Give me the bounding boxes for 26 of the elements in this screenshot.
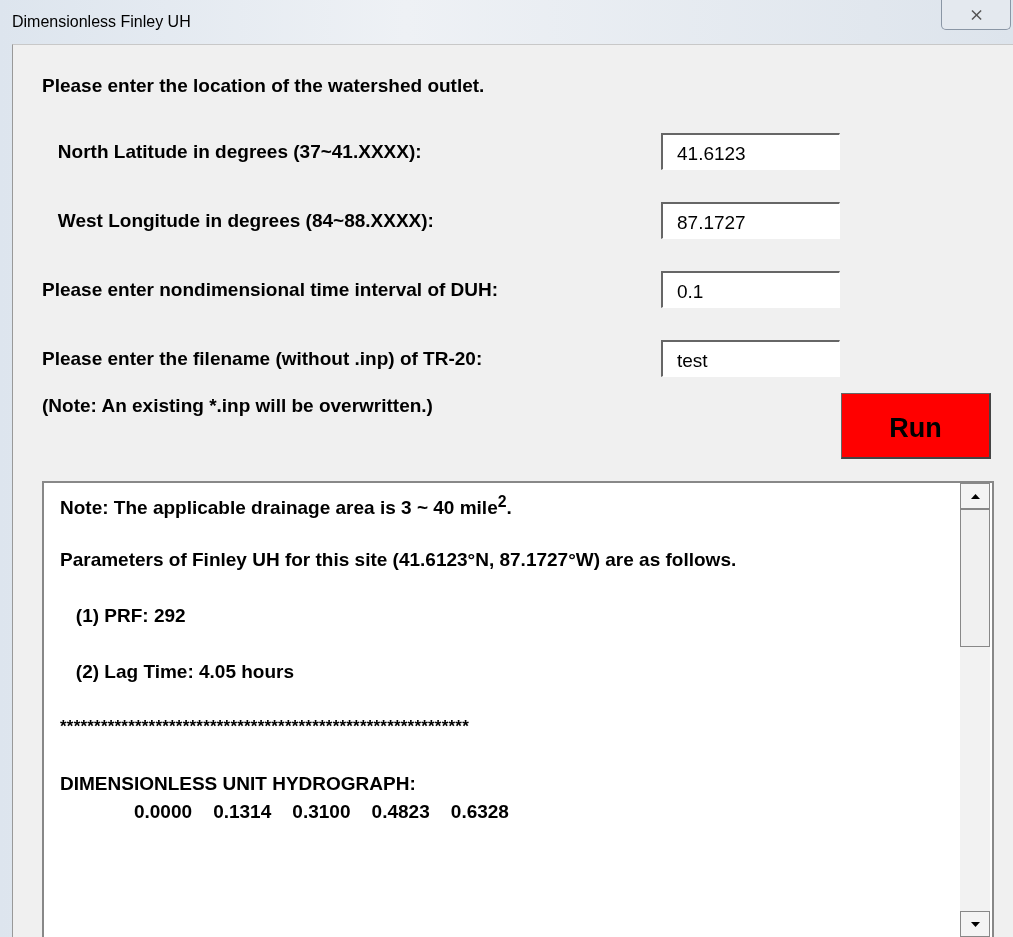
run-button[interactable]: Run: [841, 393, 991, 459]
field-label: Please enter nondimensional time interval of DUH:: [42, 278, 500, 301]
output-line: Note: The applicable drainage area is 3 ~ 40 mile$^{2}$.: [60, 493, 513, 521]
field-label: West Longitude in degrees (84~88.XXXX):: [56, 209, 435, 232]
scrollbar[interactable]: [960, 483, 990, 937]
field-label: Please enter the filename (without .inp) of TR-20:: [42, 347, 484, 370]
separator-line: ************************************************************: [60, 717, 470, 738]
output-line: Parameters of Finley UH for this site (41.6123°N, 87.1727°W) are as follows.: [60, 549, 738, 572]
scroll-up-button[interactable]: [960, 483, 990, 509]
up-arrow-icon: [970, 493, 980, 499]
heading-text: Please enter the location of the watershed outlet.: [42, 75, 486, 98]
field-label: North Latitude in degrees (37~41.XXXX):: [56, 140, 423, 163]
scroll-thumb[interactable]: [960, 509, 990, 647]
note-text: (Note: An existing *.inp will be overwritten.): [42, 395, 434, 417]
input-field[interactable]: 87.1727: [661, 202, 840, 239]
output-line: 0.0000 0.1314 0.3100 0.4823 0.6328: [132, 801, 510, 824]
output-line: DIMENSIONLESS UNIT HYDROGRAPH:: [60, 773, 417, 796]
input-field[interactable]: test: [661, 340, 840, 377]
down-arrow-icon: [970, 921, 980, 927]
input-field[interactable]: 0.1: [661, 271, 840, 308]
input-field[interactable]: 41.6123: [661, 133, 840, 170]
output-line: (2) Lag Time: 4.05 hours: [74, 661, 296, 684]
scroll-down-button[interactable]: [960, 911, 990, 937]
close-button[interactable]: ⨯: [941, 0, 1011, 30]
window-title: Dimensionless Finley UH: [12, 13, 191, 31]
output-line: (1) PRF: 292: [74, 605, 187, 628]
